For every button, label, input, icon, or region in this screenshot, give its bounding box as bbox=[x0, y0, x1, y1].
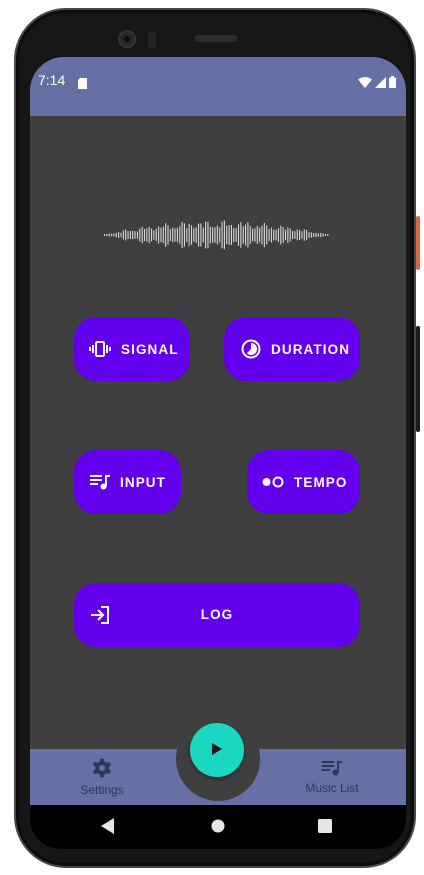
status-bar: 7:14 bbox=[30, 57, 406, 116]
wifi-icon bbox=[358, 73, 372, 92]
earpiece-speaker bbox=[194, 35, 238, 42]
gear-icon bbox=[92, 758, 112, 781]
nav-item-music-list[interactable]: Music List bbox=[272, 749, 392, 805]
tempo-button[interactable]: TEMPO bbox=[247, 450, 360, 514]
front-camera bbox=[118, 30, 136, 48]
log-button[interactable]: LOG bbox=[74, 583, 360, 647]
signal-button-label: SIGNAL bbox=[121, 341, 179, 357]
play-button[interactable] bbox=[190, 723, 244, 777]
sound-waveform-icon bbox=[104, 217, 330, 257]
input-button[interactable]: INPUT bbox=[74, 450, 181, 514]
power-button bbox=[416, 216, 420, 270]
system-navigation-bar bbox=[30, 805, 406, 849]
recents-icon[interactable] bbox=[317, 817, 333, 839]
duration-button-label: DURATION bbox=[271, 341, 351, 357]
volume-rocker bbox=[416, 326, 420, 432]
input-button-label: INPUT bbox=[120, 474, 166, 490]
nav-item-music-list-label: Music List bbox=[305, 780, 359, 795]
back-icon[interactable] bbox=[100, 817, 116, 839]
queue-music-icon bbox=[90, 474, 110, 490]
vibration-icon bbox=[89, 341, 111, 357]
sd-card-icon bbox=[78, 74, 87, 93]
log-button-label: LOG bbox=[200, 607, 234, 622]
cellular-signal-icon bbox=[375, 73, 386, 92]
app-screen: 7:14 SIGNAL DURATION INPUT TEMPO LOG Set… bbox=[30, 57, 406, 849]
queue-music-icon bbox=[322, 760, 342, 779]
proximity-sensor bbox=[148, 32, 156, 48]
signal-button[interactable]: SIGNAL bbox=[74, 317, 190, 381]
dots-toggle-icon bbox=[262, 476, 284, 488]
nav-item-settings-label: Settings bbox=[80, 782, 124, 797]
nav-item-settings[interactable]: Settings bbox=[42, 749, 162, 805]
battery-icon bbox=[389, 73, 396, 92]
tempo-button-label: TEMPO bbox=[294, 474, 348, 490]
home-icon[interactable] bbox=[210, 817, 226, 839]
play-icon bbox=[210, 741, 224, 760]
duration-button[interactable]: DURATION bbox=[224, 317, 360, 381]
timelapse-icon bbox=[241, 339, 261, 359]
status-icons bbox=[358, 73, 396, 92]
status-time: 7:14 bbox=[38, 72, 66, 88]
